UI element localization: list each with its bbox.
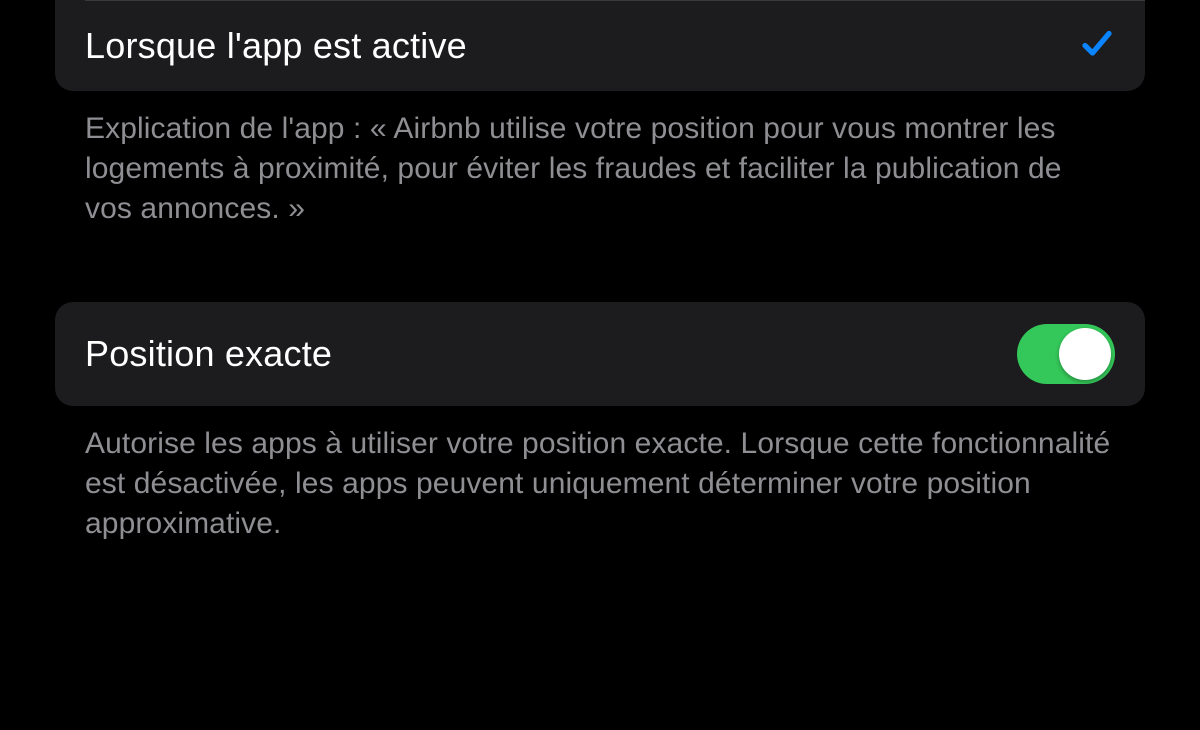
precise-location-toggle[interactable]	[1017, 324, 1115, 384]
precise-location-label: Position exacte	[85, 333, 332, 375]
option-while-using-label: Lorsque l'app est active	[85, 25, 467, 67]
precise-location-group: Position exacte	[55, 302, 1145, 406]
option-while-using-app[interactable]: Lorsque l'app est active	[55, 1, 1145, 91]
location-access-group: Lorsque l'app est active	[55, 0, 1145, 91]
settings-panel: Lorsque l'app est active Explication de …	[0, 0, 1200, 544]
app-explanation-text: Explication de l'app : « Airbnb utilise …	[55, 91, 1145, 230]
checkmark-icon	[1079, 26, 1115, 67]
precise-location-description: Autorise les apps à utiliser votre posit…	[55, 406, 1145, 545]
switch-knob	[1059, 328, 1111, 380]
precise-location-row[interactable]: Position exacte	[55, 302, 1145, 406]
